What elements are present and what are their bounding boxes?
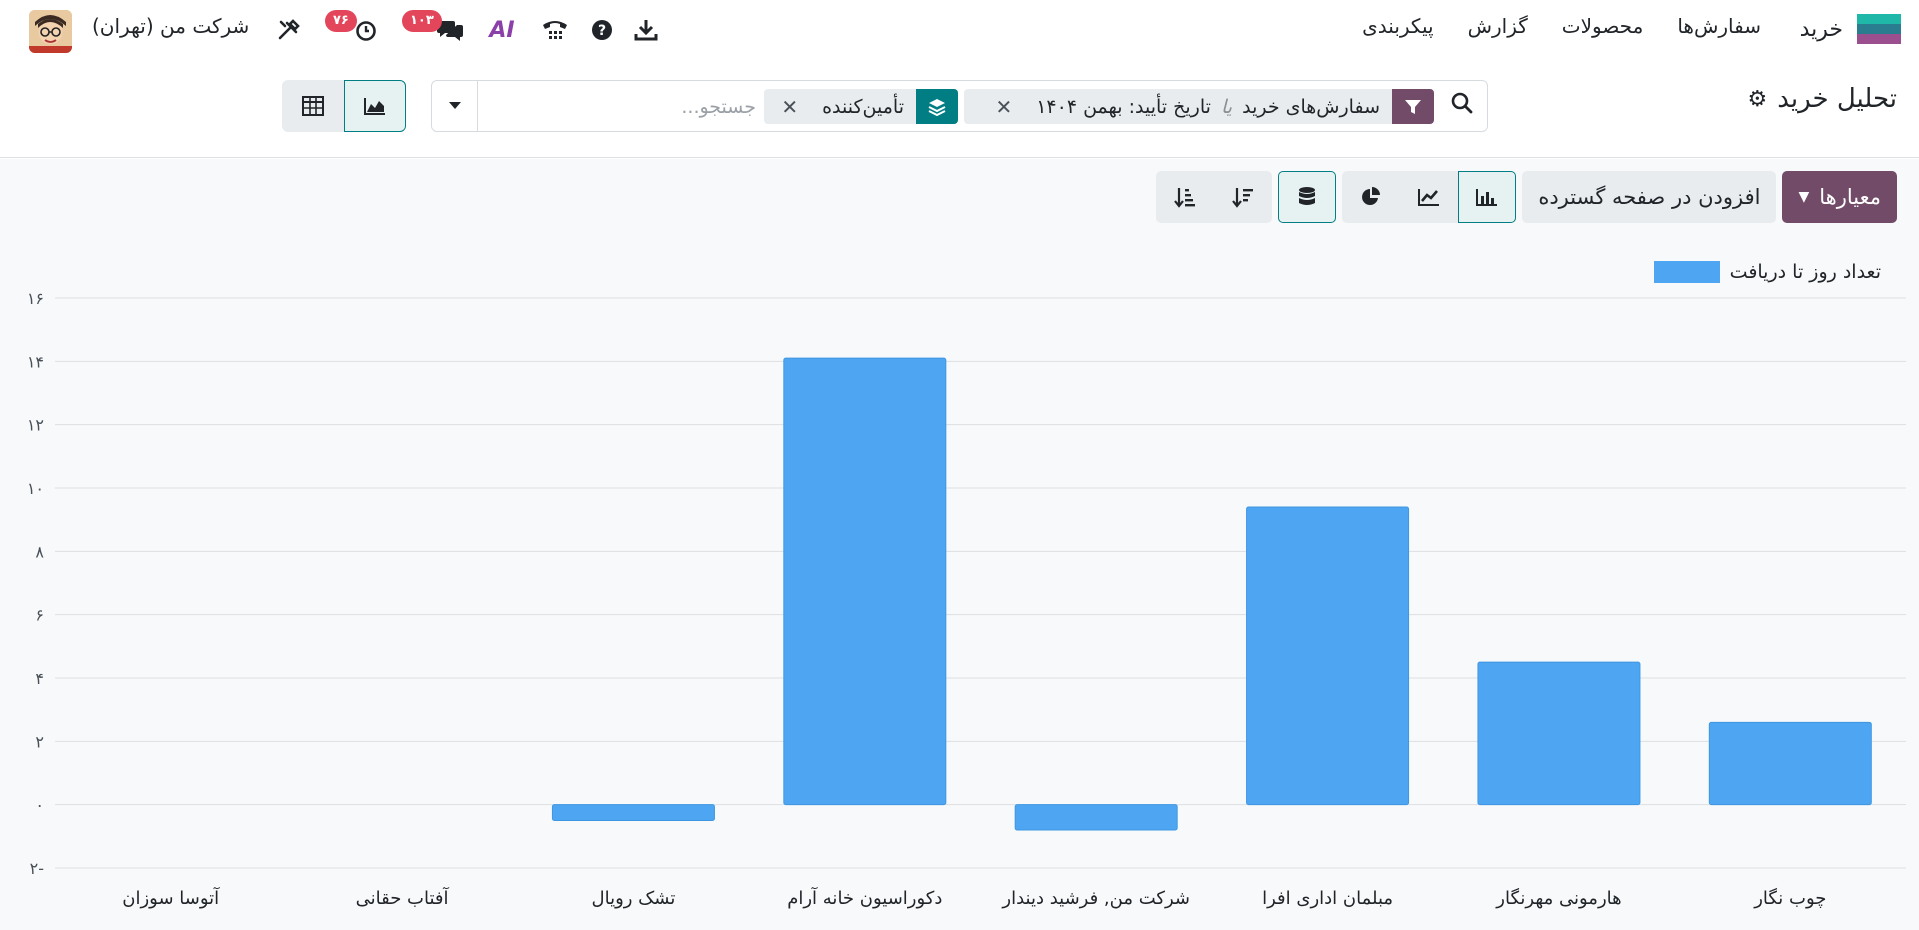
activity-badge: ۷۶ bbox=[325, 10, 357, 32]
page-title: تحلیل خرید bbox=[1777, 84, 1897, 114]
x-tick-label: چوب نگار bbox=[1753, 887, 1826, 909]
gear-icon[interactable]: ⚙ bbox=[1748, 87, 1768, 112]
y-tick-label: ۴ bbox=[35, 669, 44, 688]
groupby-facet-label: تأمین‌کننده bbox=[822, 95, 904, 118]
bar-chart: ۲- ۰ ۲ ۴ ۶ ۸ ۱۰ ۱۲ ۱۴ ۱۶ چوب نگار هارمونی مهرنگار مب… bbox=[27, 289, 1906, 909]
bar[interactable] bbox=[1246, 506, 1410, 806]
search-input[interactable] bbox=[486, 89, 756, 124]
x-tick-label: دکوراسیون خانه آرام bbox=[787, 886, 942, 909]
layers-icon bbox=[916, 89, 958, 124]
y-tick-label: ۱۰ bbox=[27, 479, 44, 498]
menu-orders[interactable]: سفارش‌ها bbox=[1677, 14, 1761, 38]
x-tick-label: هارمونی مهرنگار bbox=[1495, 887, 1621, 909]
y-tick-label: ۲ bbox=[35, 732, 44, 751]
download-icon[interactable] bbox=[632, 16, 660, 44]
y-tick-label: ۰ bbox=[35, 796, 44, 815]
groupby-facet: تأمین‌کننده ✕ bbox=[764, 89, 958, 124]
search-options-toggle[interactable] bbox=[432, 81, 478, 131]
menu-configuration[interactable]: پیکربندی bbox=[1362, 14, 1433, 38]
search-icon[interactable] bbox=[1451, 92, 1473, 120]
x-tick-label: آفتاب حقانی bbox=[356, 886, 450, 909]
y-tick-label: ۶ bbox=[35, 606, 44, 625]
bar[interactable] bbox=[1014, 804, 1178, 831]
remove-groupby-facet-button[interactable]: ✕ bbox=[767, 95, 812, 119]
x-tick-label: آتوسا سوزان bbox=[122, 886, 220, 909]
view-switcher bbox=[282, 80, 406, 132]
filter-facet-label: سفارش‌های خرید bbox=[1242, 95, 1380, 118]
table-icon bbox=[302, 96, 324, 116]
y-tick-label: ۱۲ bbox=[27, 416, 44, 435]
tools-icon[interactable] bbox=[275, 16, 303, 44]
graph-view-button[interactable] bbox=[344, 80, 406, 132]
bar[interactable] bbox=[1708, 721, 1872, 806]
messages-badge: ۱۰۳ bbox=[402, 10, 442, 32]
remove-filter-facet-button[interactable]: ✕ bbox=[981, 95, 1026, 119]
app-logo-icon bbox=[1857, 14, 1901, 44]
y-tick-label: ۲- bbox=[30, 859, 44, 878]
ai-icon[interactable]: AI bbox=[488, 16, 516, 44]
avatar[interactable] bbox=[29, 10, 72, 53]
bar[interactable] bbox=[1477, 661, 1641, 806]
pivot-view-button[interactable] bbox=[282, 80, 344, 132]
y-tick-label: ۸ bbox=[35, 542, 44, 561]
svg-text:?: ? bbox=[598, 23, 606, 39]
app-name[interactable]: خرید bbox=[1800, 17, 1843, 42]
filter-facet-value: تاریخ تأیید: بهمن ۱۴۰۴ bbox=[1036, 95, 1211, 118]
x-tick-label: شرکت من, فرشید دیندار bbox=[1001, 888, 1190, 909]
main-menu: سفارش‌ها محصولات گزارش پیکربندی bbox=[1362, 14, 1761, 38]
page-title-wrap: تحلیل خرید ⚙ bbox=[1748, 84, 1897, 114]
bar[interactable] bbox=[783, 357, 947, 806]
y-tick-label: ۱۴ bbox=[27, 352, 44, 371]
menu-reporting[interactable]: گزارش bbox=[1468, 14, 1528, 38]
x-tick-label: تشک رویال bbox=[592, 888, 676, 909]
filter-facet-sep: یا bbox=[1220, 95, 1233, 118]
filter-facet-text: سفارش‌های خرید یا تاریخ تأیید: بهمن ۱۴۰۴ bbox=[1026, 96, 1392, 118]
brand[interactable]: خرید bbox=[1800, 14, 1901, 44]
company-switcher[interactable]: شرکت من (تهران) bbox=[92, 14, 249, 38]
bar[interactable] bbox=[551, 804, 715, 822]
menu-products[interactable]: محصولات bbox=[1562, 14, 1644, 38]
x-tick-label: مبلمان اداری افرا bbox=[1262, 888, 1393, 909]
area-chart-icon bbox=[364, 98, 385, 115]
control-panel: تحلیل خرید ⚙ سفارش‌های خرید یا تاریخ تأی… bbox=[0, 58, 1919, 158]
top-navbar: خرید سفارش‌ها محصولات گزارش پیکربندی شرک… bbox=[0, 0, 1919, 58]
filter-facet: سفارش‌های خرید یا تاریخ تأیید: بهمن ۱۴۰۴… bbox=[964, 89, 1434, 124]
help-icon[interactable]: ? bbox=[588, 16, 616, 44]
phone-icon[interactable] bbox=[541, 16, 569, 44]
search-box: سفارش‌های خرید یا تاریخ تأیید: بهمن ۱۴۰۴… bbox=[431, 80, 1488, 132]
avatar-image bbox=[29, 10, 72, 53]
y-tick-label: ۱۶ bbox=[27, 289, 44, 308]
filter-icon bbox=[1392, 89, 1434, 124]
